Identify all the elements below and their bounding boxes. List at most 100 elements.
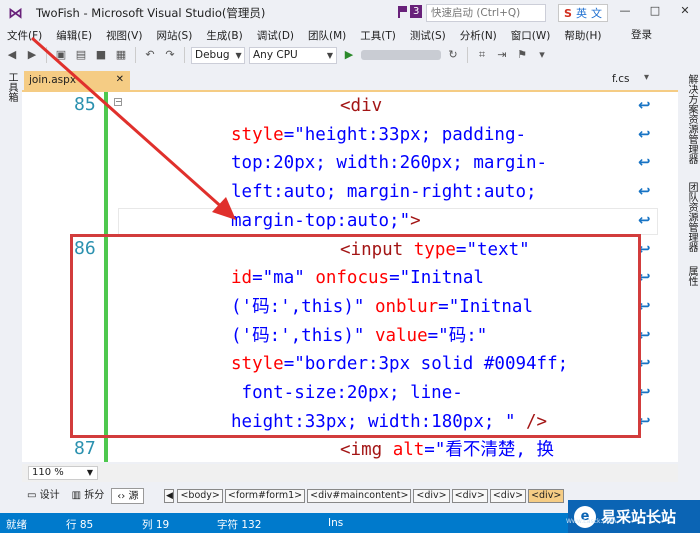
breadcrumb-item[interactable]: <body> (177, 489, 223, 503)
visual-studio-logo-icon: ⋈ (8, 4, 23, 22)
toolbox-strip[interactable]: 工具箱 (0, 68, 20, 508)
word-wrap-icon: ↩ (638, 96, 651, 114)
new-project-icon[interactable]: ▣ (53, 47, 69, 63)
platform-select[interactable]: Any CPU ▼ (249, 46, 337, 64)
tab-join-aspx[interactable]: join.aspx ✕ (24, 71, 130, 90)
close-button[interactable]: ✕ (670, 0, 700, 22)
menu-build[interactable]: 生成(B) (199, 28, 249, 43)
status-line: 行 85 (66, 519, 94, 531)
browser-target[interactable] (361, 50, 441, 60)
split-view-button[interactable]: ▥ 拆分 (67, 488, 110, 504)
comment-icon[interactable]: ⌗ (474, 47, 490, 63)
notifications-button[interactable]: 3 (398, 5, 423, 18)
code-token: =" (283, 124, 305, 145)
solution-explorer-tab[interactable]: 解决方案资源管理器 (684, 74, 699, 164)
design-label: 设计 (39, 490, 60, 501)
bookmark-icon[interactable]: ⚑ (514, 47, 530, 63)
chevron-down-icon: ▼ (86, 468, 93, 477)
code-token: <img (340, 440, 393, 461)
breadcrumb: <body> <form#form1> <div#maincontent> <div>… (177, 489, 566, 503)
window-controls: — □ ✕ (610, 0, 700, 22)
code-token: style (231, 124, 284, 145)
toolbox-label[interactable]: 工具箱 (4, 72, 19, 102)
menu-view[interactable]: 视图(V) (99, 28, 149, 43)
highlight-box (70, 234, 641, 438)
source-label: 源 (128, 491, 139, 502)
toolbar-separator (184, 47, 185, 63)
menu-file[interactable]: 文件(F) (0, 28, 49, 43)
solution-config-select[interactable]: Debug ▼ (191, 46, 245, 64)
menu-edit[interactable]: 编辑(E) (49, 28, 99, 43)
line-number: 85 (74, 94, 96, 115)
menu-website[interactable]: 网站(S) (149, 28, 199, 43)
editor-zoom-row: 110 % ▼ (22, 464, 678, 482)
menu-help[interactable]: 帮助(H) (557, 28, 608, 43)
breadcrumb-prev-icon[interactable]: ◀ (164, 489, 175, 503)
code-line: style="height:33px; padding- (231, 121, 526, 150)
breadcrumb-item[interactable]: <div> (528, 489, 565, 503)
redo-icon[interactable]: ↷ (162, 47, 178, 63)
ime-toolbar[interactable]: S 英 文 (558, 4, 608, 22)
tab-f-cs[interactable]: f.cs (612, 73, 630, 85)
source-view-button[interactable]: ‹› 源 (111, 488, 145, 504)
word-wrap-icon: ↩ (638, 153, 651, 172)
login-link[interactable]: 登录 (631, 27, 652, 42)
standard-toolbar: ◀ ▶ ▣ ▤ ■ ▦ ↶ ↷ Debug ▼ Any CPU ▼ ▶ ↻ ⌗ ⇥ … (0, 44, 700, 66)
undo-icon[interactable]: ↶ (142, 47, 158, 63)
quick-launch-input[interactable]: 快速启动 (Ctrl+Q) (426, 4, 546, 22)
code-token: height:33px; padding- (304, 124, 527, 145)
platform-value: Any CPU (253, 48, 298, 61)
window-title: TwoFish - Microsoft Visual Studio(管理员) (36, 6, 266, 20)
menu-test[interactable]: 测试(S) (403, 28, 453, 43)
refresh-icon[interactable]: ↻ (445, 47, 461, 63)
tab-label: join.aspx (29, 74, 77, 86)
code-token: =" (424, 440, 446, 461)
watermark-subtext: Www.Easck.Com (566, 518, 617, 525)
menu-team[interactable]: 团队(M) (301, 28, 353, 43)
save-icon[interactable]: ■ (93, 47, 109, 63)
close-icon[interactable]: ✕ (116, 71, 124, 89)
chevron-down-icon: ▼ (326, 50, 333, 60)
start-debug-icon[interactable]: ▶ (341, 47, 357, 63)
zoom-select[interactable]: 110 % ▼ (28, 466, 98, 480)
right-panel-strip: 解决方案资源管理器 团队资源管理器 属性 (680, 68, 700, 508)
code-line: margin-top:auto;"> (231, 207, 421, 236)
ime-language: 英 (575, 7, 587, 20)
breadcrumb-item[interactable]: <div> (451, 489, 488, 503)
menu-debug[interactable]: 调试(D) (250, 28, 301, 43)
save-all-icon[interactable]: ▦ (113, 47, 129, 63)
breadcrumb-item[interactable]: <div> (413, 489, 450, 503)
team-explorer-tab[interactable]: 团队资源管理器 (684, 182, 699, 252)
code-line: <div (340, 92, 382, 121)
chevron-down-icon: ▼ (235, 50, 242, 60)
collapse-icon[interactable]: − (114, 98, 122, 106)
ime-extra: 文 (590, 7, 602, 20)
indent-icon[interactable]: ⇥ (494, 47, 510, 63)
open-icon[interactable]: ▤ (73, 47, 89, 63)
forward-icon[interactable]: ▶ (24, 47, 40, 63)
minimize-button[interactable]: — (610, 0, 640, 22)
menu-tools[interactable]: 工具(T) (353, 28, 403, 43)
design-view-button[interactable]: ▭ 设计 (22, 488, 65, 504)
code-line: <img alt="看不清楚, 换 (340, 436, 554, 462)
breadcrumb-item[interactable]: <form#form1> (224, 489, 306, 503)
breadcrumb-item[interactable]: <div#maincontent> (307, 489, 412, 503)
back-icon[interactable]: ◀ (4, 47, 20, 63)
menu-window[interactable]: 窗口(W) (504, 28, 558, 43)
properties-tab[interactable]: 属性 (684, 266, 699, 286)
restore-button[interactable]: □ (640, 0, 670, 22)
status-column: 列 19 (142, 519, 170, 531)
breadcrumb-item[interactable]: <div> (489, 489, 527, 503)
code-line: top:20px; width:260px; margin- (231, 149, 547, 178)
menu-analyze[interactable]: 分析(N) (453, 28, 504, 43)
code-token: " (399, 210, 411, 231)
tab-overflow-icon[interactable]: ▾ (644, 72, 649, 83)
watermark: e 易采站长站 (568, 500, 700, 533)
toolbar-separator (135, 47, 136, 63)
code-editor[interactable]: − 85 86 87 <div ↩ style="height:33px; padd… (22, 90, 678, 462)
code-token: top:20px; width:260px; margin- (231, 153, 548, 174)
status-ready: 就绪 (6, 519, 27, 531)
status-mode: Ins (328, 517, 344, 529)
overflow-icon[interactable]: ▾ (534, 47, 550, 63)
status-char: 字符 132 (217, 519, 262, 531)
